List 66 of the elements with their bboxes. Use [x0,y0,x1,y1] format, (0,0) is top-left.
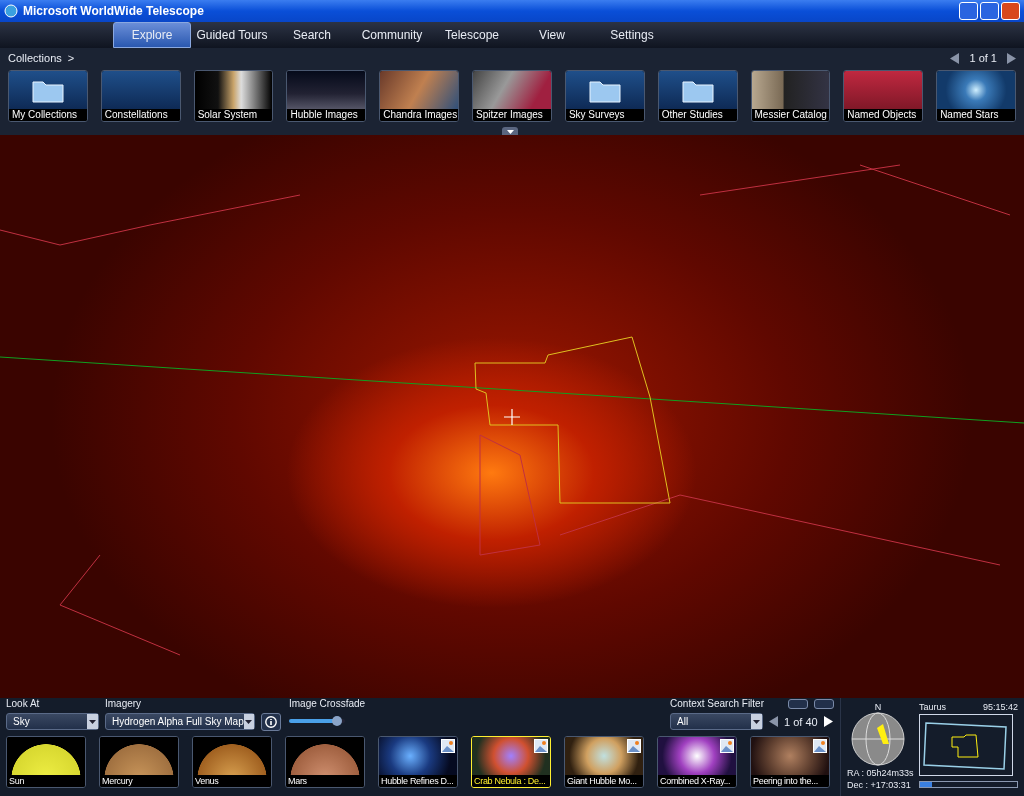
picture-icon [441,739,455,753]
collection-tile[interactable]: My Collections [8,70,88,122]
result-thumbnail[interactable]: Venus [192,736,272,788]
info-button[interactable] [261,713,281,731]
ra-readout: RA : 05h24m33s [847,768,914,778]
nav-tab[interactable]: Telescope [433,22,511,48]
collection-tile[interactable]: Sky Surveys [564,70,645,122]
dec-readout: Dec : +17:03:31 [847,780,911,790]
picture-icon [720,739,734,753]
previous-page-icon[interactable] [769,716,779,727]
caret-icon [751,714,763,729]
globe-icon[interactable] [851,712,905,766]
expand-button[interactable] [502,127,518,135]
nav-tab[interactable]: Guided Tours [193,22,271,48]
constellation-name: Taurus [919,702,946,712]
nav-tab[interactable]: Explore [113,22,191,48]
imagery-dropdown[interactable]: Hydrogen Alpha Full Sky Map [105,713,255,730]
collection-tile[interactable]: Other Studies [657,70,738,122]
nav-tab[interactable]: Search [273,22,351,48]
result-thumbnail[interactable]: Mercury [99,736,179,788]
nav-tab[interactable]: View [513,22,591,48]
collection-tile[interactable]: Named Objects [843,70,924,122]
look-at-dropdown[interactable]: Sky [6,713,99,730]
context-filter-dropdown[interactable]: All [670,713,764,730]
result-thumbnail[interactable]: Giant Hubble Mo... [564,736,644,788]
mini-map-drawing[interactable] [919,714,1013,776]
slider-thumb[interactable] [331,716,342,726]
look-at-label: Look At [6,698,41,710]
scroll-up-button[interactable] [788,699,808,709]
picture-icon [534,739,548,753]
collection-tile[interactable]: Solar System [193,70,274,122]
collection-tile[interactable]: Constellations [100,70,181,122]
context-filter-label: Context Search Filter [670,698,764,710]
page-indicator: 1 of 1 [969,52,997,64]
scroll-down-button[interactable] [814,699,834,709]
app-icon [4,4,18,18]
close-button[interactable] [1001,2,1020,20]
time-readout: 95:15:42 [982,702,1018,712]
north-label: N [874,702,882,712]
window-title: Microsoft WorldWide Telescope [23,4,204,18]
collection-tile[interactable]: Messier Catalog [750,70,831,122]
previous-page-icon[interactable] [950,52,960,64]
nav-tab[interactable]: Settings [593,22,671,48]
result-thumbnail[interactable]: Mars [285,736,365,788]
next-page-icon[interactable] [823,716,833,727]
nav-tab[interactable]: Community [353,22,431,48]
collections-breadcrumb[interactable]: Collections [8,52,62,64]
result-thumbnail[interactable]: Combined X-Ray... [657,736,737,788]
result-thumbnail[interactable]: Crab Nebula : De... [471,736,551,788]
caret-icon [87,714,98,729]
minimize-button[interactable] [959,2,978,20]
picture-icon [813,739,827,753]
chevron-glyph: > [67,52,75,64]
picture-icon [627,739,641,753]
page-indicator: 1 of 40 [784,715,818,728]
maximize-button[interactable] [980,2,999,20]
collection-tile[interactable]: Spitzer Images [472,70,552,122]
collection-tile[interactable]: Hubble Images [286,70,367,122]
result-thumbnail[interactable]: Hubble Refines D... [378,736,458,788]
crossfade-label: Image Crossfade [289,698,366,710]
collection-tile[interactable]: Chandra Images [379,70,460,122]
collection-tile[interactable]: Named Stars [936,70,1016,122]
result-thumbnail[interactable]: Peering into the... [750,736,830,788]
caret-icon [243,714,254,729]
imagery-label: Imagery [105,698,143,710]
result-thumbnail[interactable]: Sun [6,736,86,788]
